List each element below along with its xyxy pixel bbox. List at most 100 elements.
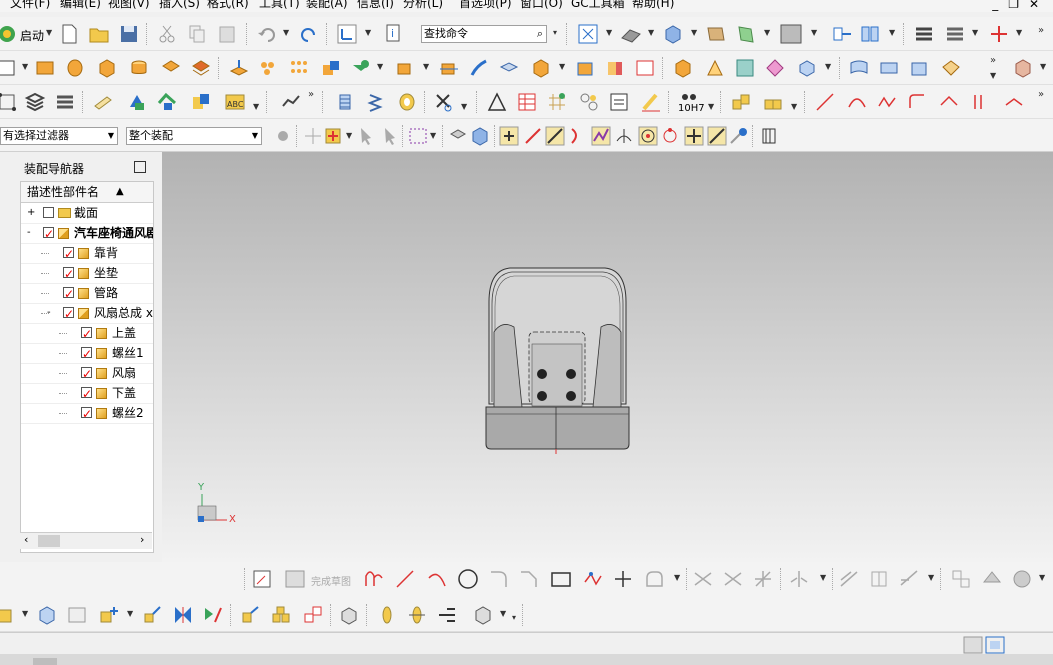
- menu-window[interactable]: 窗口(O): [520, 0, 563, 10]
- toolbar-overflow-icon[interactable]: »: [308, 89, 314, 100]
- mirror-assembly-wizard-icon[interactable]: [240, 604, 262, 626]
- visibility-checkbox[interactable]: [43, 207, 54, 218]
- chevron-down-icon[interactable]: ▼: [500, 609, 506, 618]
- wcs-icon[interactable]: [336, 23, 358, 45]
- annotation-icon[interactable]: [92, 91, 114, 113]
- component-icon[interactable]: [0, 604, 16, 626]
- offset-curve-icon[interactable]: [970, 91, 992, 113]
- snap-point-on-curve-icon[interactable]: [683, 125, 705, 147]
- chevron-down-icon[interactable]: ▼: [430, 131, 436, 140]
- chevron-down-icon[interactable]: ▼: [346, 131, 352, 140]
- ruled-surface-icon[interactable]: [848, 57, 870, 79]
- extrude-icon[interactable]: [34, 57, 56, 79]
- assembly-constraint-icon[interactable]: [172, 604, 194, 626]
- chevron-down-icon[interactable]: ▼: [825, 62, 831, 71]
- pattern-icon[interactable]: [258, 57, 280, 79]
- sketch-arc-icon[interactable]: [426, 568, 448, 590]
- visibility-checkbox[interactable]: [81, 404, 92, 424]
- scroll-left-icon[interactable]: ‹: [24, 533, 28, 546]
- selection-intent-icon[interactable]: [322, 125, 344, 147]
- taskbar-item[interactable]: [33, 658, 57, 665]
- tree-row[interactable]: 管路: [21, 283, 153, 304]
- toolbar-overflow-icon[interactable]: »: [990, 55, 996, 66]
- visibility-checkbox[interactable]: [63, 264, 74, 284]
- cursor-icon[interactable]: [356, 125, 378, 147]
- alternate-solution-icon[interactable]: [1011, 568, 1033, 590]
- sketch-spline-icon[interactable]: [582, 568, 604, 590]
- rectangle-select-icon[interactable]: [407, 125, 429, 147]
- menu-edit[interactable]: 编辑(E): [60, 0, 101, 10]
- visibility-checkbox[interactable]: [81, 384, 92, 404]
- geometric-constraints-icon[interactable]: [838, 568, 860, 590]
- menu-tools[interactable]: 工具(T): [259, 0, 300, 10]
- toolbar-overflow-icon[interactable]: »: [1038, 25, 1044, 36]
- menu-format[interactable]: 格式(R): [207, 0, 249, 10]
- menu-insert[interactable]: 插入(S): [159, 0, 200, 10]
- snap-center-icon[interactable]: [637, 125, 659, 147]
- sketch-chamfer-icon[interactable]: [518, 568, 540, 590]
- background-icon[interactable]: [780, 23, 802, 45]
- chevron-down-icon[interactable]: ▼: [820, 573, 826, 582]
- select-body-icon[interactable]: [469, 125, 491, 147]
- horizontal-scrollbar[interactable]: ‹ ›: [20, 532, 152, 549]
- tree-row[interactable]: 靠背: [21, 243, 153, 264]
- hole-icon[interactable]: [634, 57, 656, 79]
- tree-row[interactable]: - 风扇总成 x: [21, 303, 153, 324]
- tree-row[interactable]: 坐垫: [21, 263, 153, 284]
- filter-options-icon[interactable]: [758, 125, 780, 147]
- assembly-sequence-icon[interactable]: [436, 604, 458, 626]
- array-icon[interactable]: [288, 57, 310, 79]
- tree-row[interactable]: 螺丝2: [21, 403, 153, 424]
- tree-row[interactable]: 螺丝1: [21, 343, 153, 364]
- save-icon[interactable]: [118, 23, 140, 45]
- layer-stack-icon[interactable]: [24, 91, 46, 113]
- through-curves-icon[interactable]: [878, 57, 900, 79]
- profile-icon[interactable]: [363, 568, 385, 590]
- visibility-checkbox[interactable]: [43, 224, 54, 244]
- snap-quadrant-icon[interactable]: [659, 125, 681, 147]
- command-search-input[interactable]: 查找命令 ⌕: [421, 25, 547, 43]
- view-snap-icon[interactable]: [728, 125, 750, 147]
- triangle-icon[interactable]: [486, 91, 508, 113]
- seat-model[interactable]: [485, 267, 630, 454]
- menu-gc-toolbox[interactable]: GC工具箱: [571, 0, 625, 10]
- chevron-down-icon[interactable]: ▼: [972, 28, 978, 37]
- cylinder-icon[interactable]: [128, 57, 150, 79]
- copy-icon[interactable]: [186, 23, 208, 45]
- offset-face-icon[interactable]: [394, 57, 416, 79]
- move-component-icon[interactable]: [831, 23, 853, 45]
- subtract-icon[interactable]: [350, 57, 372, 79]
- start-button[interactable]: 启动: [20, 27, 44, 44]
- graphics-window[interactable]: Y X: [162, 152, 1053, 562]
- view-orientation-icon[interactable]: [662, 23, 684, 45]
- sketch-plane-icon[interactable]: [0, 57, 16, 79]
- chevron-down-icon[interactable]: ▼: [377, 62, 383, 71]
- dimension-icon[interactable]: [640, 91, 662, 113]
- tree-row[interactable]: 下盖: [21, 383, 153, 404]
- snap-control-point-icon[interactable]: [544, 125, 566, 147]
- search-icon[interactable]: ⌕: [537, 26, 543, 42]
- scroll-thumb[interactable]: [38, 535, 60, 547]
- selection-scope-select[interactable]: 整个装配 ▼: [126, 127, 262, 145]
- layer-settings-icon[interactable]: [913, 23, 935, 45]
- chevron-down-icon[interactable]: ▼: [1039, 573, 1045, 582]
- snap-midpoint-icon[interactable]: [522, 125, 544, 147]
- chevron-down-icon[interactable]: ▼: [674, 573, 680, 582]
- tree-row[interactable]: 风扇: [21, 363, 153, 384]
- thicken-icon[interactable]: [672, 57, 694, 79]
- sketch-icon[interactable]: [252, 568, 274, 590]
- tree-column-header[interactable]: 描述性部件名 ▲: [21, 182, 153, 203]
- studio-spline-icon[interactable]: [876, 91, 898, 113]
- split-icon[interactable]: [704, 57, 726, 79]
- open-folder-icon[interactable]: [88, 23, 110, 45]
- snap-intersection-icon[interactable]: [590, 125, 612, 147]
- offset-icon[interactable]: [643, 568, 665, 590]
- finish-sketch-button[interactable]: 完成草图: [311, 573, 351, 588]
- pattern-component-icon[interactable]: [270, 604, 292, 626]
- wave-link-icon[interactable]: ABC: [224, 91, 246, 113]
- replace-icon[interactable]: [302, 604, 324, 626]
- maximize-icon[interactable]: [134, 161, 146, 173]
- edit-section-icon[interactable]: [705, 23, 727, 45]
- product-interface-icon[interactable]: [472, 604, 494, 626]
- toggle-panel-icon[interactable]: [984, 634, 1005, 654]
